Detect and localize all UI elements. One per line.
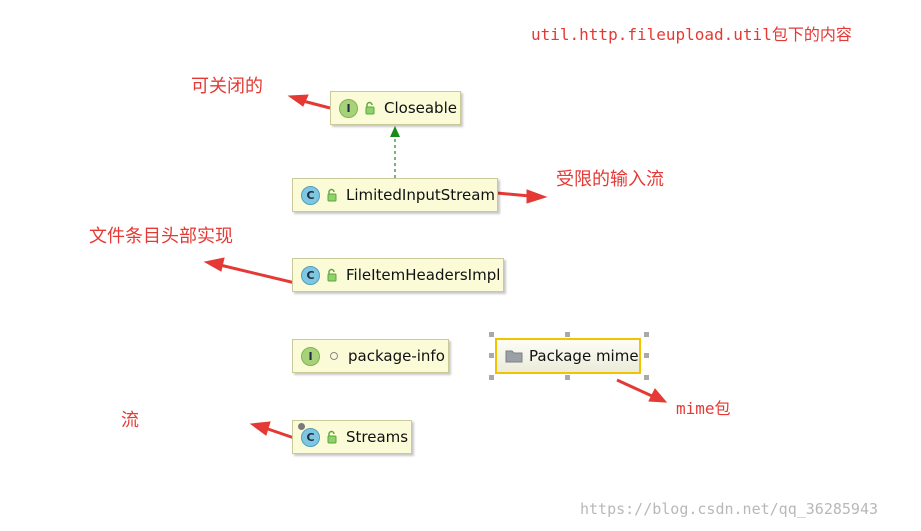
node-file-item-headers-impl[interactable]: C FileItemHeadersImpl (292, 258, 504, 292)
unlock-icon (327, 268, 337, 282)
resize-handle-top[interactable] (565, 332, 570, 337)
node-label: LimitedInputStream (346, 186, 496, 204)
node-package-info[interactable]: I package-info (292, 339, 449, 373)
unlock-icon (327, 430, 337, 444)
unlock-icon (365, 101, 375, 115)
arrow-limited (496, 191, 531, 198)
annotation-limited: 受限的输入流 (556, 169, 664, 190)
inheritance-arrowhead (390, 126, 400, 137)
interface-icon: I (301, 346, 320, 366)
node-limited-input-stream[interactable]: C LimitedInputStream (292, 178, 498, 212)
folder-icon (505, 350, 523, 363)
class-icon: C (301, 427, 320, 447)
resize-handle-bottom-right[interactable] (644, 375, 649, 380)
static-marker-icon (298, 423, 305, 430)
arrow-mime (616, 378, 653, 398)
package-private-icon (330, 352, 338, 360)
interface-icon: I (339, 98, 358, 118)
unlock-icon (327, 188, 337, 202)
arrowhead-closeable (287, 94, 309, 107)
resize-handle-left[interactable] (489, 353, 494, 358)
arrowhead-streams (249, 421, 271, 436)
resize-handle-right[interactable] (644, 353, 649, 358)
resize-handle-bottom[interactable] (565, 375, 570, 380)
node-streams[interactable]: C Streams (292, 420, 412, 454)
node-label: package-info (348, 347, 445, 365)
watermark-url: https://blog.csdn.net/qq_36285943 (580, 500, 879, 518)
package-label: Package mime (529, 347, 639, 365)
node-closeable[interactable]: I Closeable (330, 91, 461, 125)
annotation-closeable: 可关闭的 (191, 76, 263, 97)
node-label: Closeable (384, 99, 457, 117)
class-icon: C (301, 185, 320, 205)
resize-handle-top-left[interactable] (489, 332, 494, 337)
node-label: Streams (346, 428, 409, 446)
resize-handle-top-right[interactable] (644, 332, 649, 337)
resize-handle-bottom-left[interactable] (489, 375, 494, 380)
class-icon: C (301, 265, 320, 285)
arrowhead-limited (526, 189, 548, 204)
node-label: FileItemHeadersImpl (346, 266, 501, 284)
annotation-mime: mime包 (676, 399, 731, 418)
annotation-streams: 流 (121, 410, 139, 431)
arrowhead-mime (648, 388, 668, 403)
arrowhead-headers (203, 257, 225, 272)
arrow-closeable (302, 99, 331, 110)
node-package-mime[interactable]: Package mime (495, 338, 641, 374)
annotation-headers: 文件条目头部实现 (89, 226, 233, 247)
